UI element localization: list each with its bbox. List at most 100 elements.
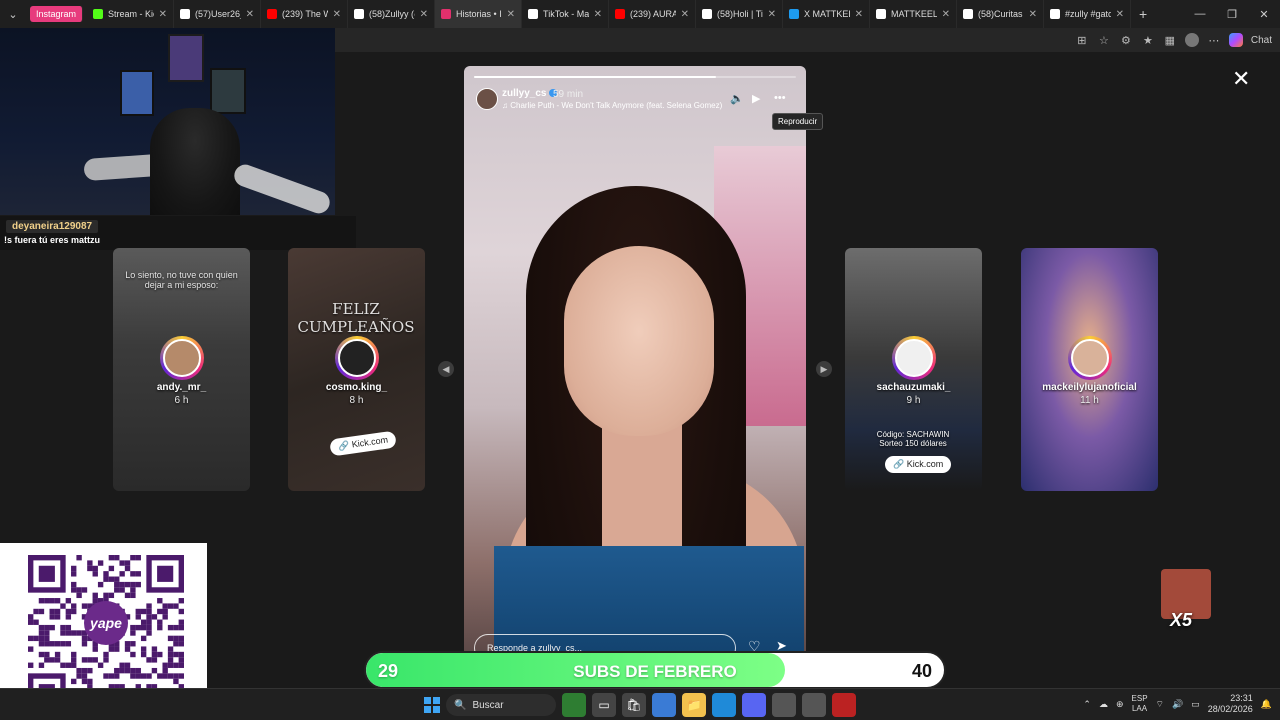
story-music[interactable]: ♫ Charlie Puth - We Don't Talk Anymore (…: [502, 101, 722, 110]
store-icon[interactable]: 🛍: [622, 693, 646, 717]
tab-close-icon[interactable]: ✕: [855, 9, 863, 20]
story-card-andy[interactable]: Lo siento, no tuve con quien dejar a mi …: [113, 248, 250, 491]
story-username: mackeilylujanoficial: [1042, 382, 1137, 393]
cloud-icon[interactable]: ☁: [1099, 699, 1108, 710]
start-button[interactable]: [424, 697, 440, 713]
profile-avatar[interactable]: [1184, 33, 1199, 47]
story-header-username[interactable]: zullyy_cs: [502, 88, 558, 99]
app-icon[interactable]: [772, 693, 796, 717]
extensions-icon[interactable]: ⚙: [1119, 33, 1133, 47]
next-story-button[interactable]: ▶: [816, 361, 832, 377]
tab-close-icon[interactable]: ✕: [681, 9, 689, 20]
close-window-button[interactable]: ✕: [1248, 8, 1280, 21]
chrome-icon[interactable]: [802, 693, 826, 717]
subs-goal-target: 40: [911, 661, 932, 681]
close-stories-button[interactable]: ✕: [1232, 66, 1250, 92]
tab-close-icon[interactable]: ✕: [768, 9, 776, 20]
app-tf-icon[interactable]: [832, 693, 856, 717]
widgets-icon[interactable]: [562, 693, 586, 717]
browser-tab[interactable]: X MATTKEELA ✕: [783, 0, 871, 28]
favorite-star-icon[interactable]: ☆: [1097, 33, 1111, 47]
tab-close-icon[interactable]: ✕: [594, 9, 602, 20]
favorites-icon[interactable]: ★: [1141, 33, 1155, 47]
link-sticker[interactable]: 🔗 Kick.com: [885, 456, 952, 473]
tab-favicon-icon: [789, 9, 800, 19]
browser-tab[interactable]: (239) AURA ✕: [609, 0, 697, 28]
browser-tab[interactable]: Historias • Ins ✕: [435, 0, 523, 28]
tab-close-icon[interactable]: ✕: [1116, 9, 1124, 20]
split-screen-icon[interactable]: ⊞: [1075, 33, 1089, 47]
network-icon[interactable]: ⊕: [1116, 699, 1124, 710]
file-explorer-icon[interactable]: 📁: [682, 693, 706, 717]
new-tab-button[interactable]: +: [1131, 6, 1155, 22]
browser-tab[interactable]: (57)User26_ar ✕: [174, 0, 262, 28]
tab-label: (58)Holi | TikT: [717, 9, 763, 19]
chevron-up-icon[interactable]: ⌃: [1083, 699, 1091, 710]
story-overlay-text: Código: SACHAWIN Sorteo 150 dólares: [876, 430, 950, 448]
wifi-icon[interactable]: ⌔: [1156, 699, 1164, 710]
browser-tab-bar: ⌄ InstagramStream - Kick✕(57)User26_ar✕(…: [0, 0, 1280, 28]
collections-icon[interactable]: ▦: [1163, 33, 1177, 47]
discord-icon[interactable]: [742, 693, 766, 717]
close-icon: ✕: [1232, 66, 1251, 91]
story-progress-fill: [474, 76, 716, 78]
tab-close-icon[interactable]: ✕: [246, 9, 254, 20]
maximize-button[interactable]: ❐: [1216, 8, 1248, 21]
story-card-sacha[interactable]: sachauzumaki_ 9 h Código: SACHAWIN Sorte…: [845, 248, 982, 491]
taskbar-search[interactable]: 🔍 Buscar: [446, 694, 556, 716]
language-indicator[interactable]: ESP LAA: [1132, 694, 1148, 714]
browser-toolbar: ⊞ ☆ ⚙ ★ ▦ ⋯ Chat: [335, 28, 1280, 52]
browser-tab[interactable]: #zully #gatch ✕: [1044, 0, 1132, 28]
browser-tab[interactable]: MATTKEELAN ✕: [870, 0, 958, 28]
copilot-icon[interactable]: [1228, 33, 1243, 47]
play-button[interactable]: ▶: [752, 92, 760, 105]
chevron-left-icon: ◀: [442, 363, 450, 374]
browser-tab[interactable]: Stream - Kick ✕: [87, 0, 175, 28]
tab-close-icon[interactable]: ✕: [507, 9, 515, 20]
story-username: sachauzumaki_: [876, 382, 951, 393]
browser-tab[interactable]: (58)Holi | TikT ✕: [696, 0, 784, 28]
browser-tab[interactable]: TikTok - Make ✕: [522, 0, 610, 28]
notifications-icon[interactable]: 🔔: [1261, 699, 1272, 710]
tab-close-icon[interactable]: ✕: [333, 9, 341, 20]
edge-browser-icon[interactable]: [712, 693, 736, 717]
tab-favicon-icon: [702, 9, 713, 19]
chevron-right-icon: ▶: [820, 363, 828, 374]
tab-close-icon[interactable]: ✕: [159, 9, 167, 20]
copilot-app-icon[interactable]: [652, 693, 676, 717]
chat-button[interactable]: Chat: [1251, 35, 1272, 46]
tab-close-icon[interactable]: ✕: [1029, 9, 1037, 20]
tab-favicon-icon: [441, 9, 452, 19]
previous-story-button[interactable]: ◀: [438, 361, 454, 377]
browser-tab[interactable]: (58)Curitas y ✕: [957, 0, 1045, 28]
story-avatar-ring: [1067, 336, 1112, 380]
chat-text: !s fuera tú eres mattzu: [4, 235, 101, 245]
story-card-mackeily[interactable]: mackeilylujanoficial 11 h: [1021, 248, 1158, 491]
browser-tab[interactable]: (239) The We ✕: [261, 0, 349, 28]
chat-username: deyaneira129087: [6, 220, 99, 233]
volume-tray-icon[interactable]: 🔊: [1172, 699, 1183, 710]
avatar: [337, 339, 376, 377]
browser-tab[interactable]: Instagram: [30, 6, 84, 22]
active-story: zullyy_cs 59 min ♫ Charlie Puth - We Don…: [464, 66, 806, 688]
clock[interactable]: 23:31 28/02/2026: [1208, 693, 1253, 715]
more-options-icon[interactable]: ⋯: [1207, 33, 1221, 47]
more-options-button[interactable]: •••: [774, 92, 786, 104]
story-overlay-text: Lo siento, no tuve con quien dejar a mi …: [125, 270, 238, 290]
battery-icon[interactable]: ▭: [1191, 699, 1200, 710]
tab-close-icon[interactable]: ✕: [942, 9, 950, 20]
avatar: [1070, 339, 1109, 377]
tab-actions-menu[interactable]: ⌄: [0, 0, 26, 28]
avatar[interactable]: [476, 88, 498, 110]
tab-close-icon[interactable]: ✕: [420, 9, 428, 20]
minimize-button[interactable]: —: [1184, 8, 1216, 21]
tab-label: Historias • Ins: [456, 9, 502, 19]
more-dots-icon: •••: [774, 92, 786, 104]
mute-button[interactable]: 🔈: [730, 92, 744, 105]
story-time: 59 min: [553, 89, 584, 100]
story-card-cosmo[interactable]: FELIZ CUMPLEAÑOS cosmo.king_ 8 h 🔗 Kick.…: [288, 248, 425, 491]
tab-label: (58)Curitas y: [978, 9, 1024, 19]
task-view-icon[interactable]: ▭: [592, 693, 616, 717]
tab-favicon-icon: [267, 9, 278, 19]
browser-tab[interactable]: (58)Zullyy (@ ✕: [348, 0, 436, 28]
